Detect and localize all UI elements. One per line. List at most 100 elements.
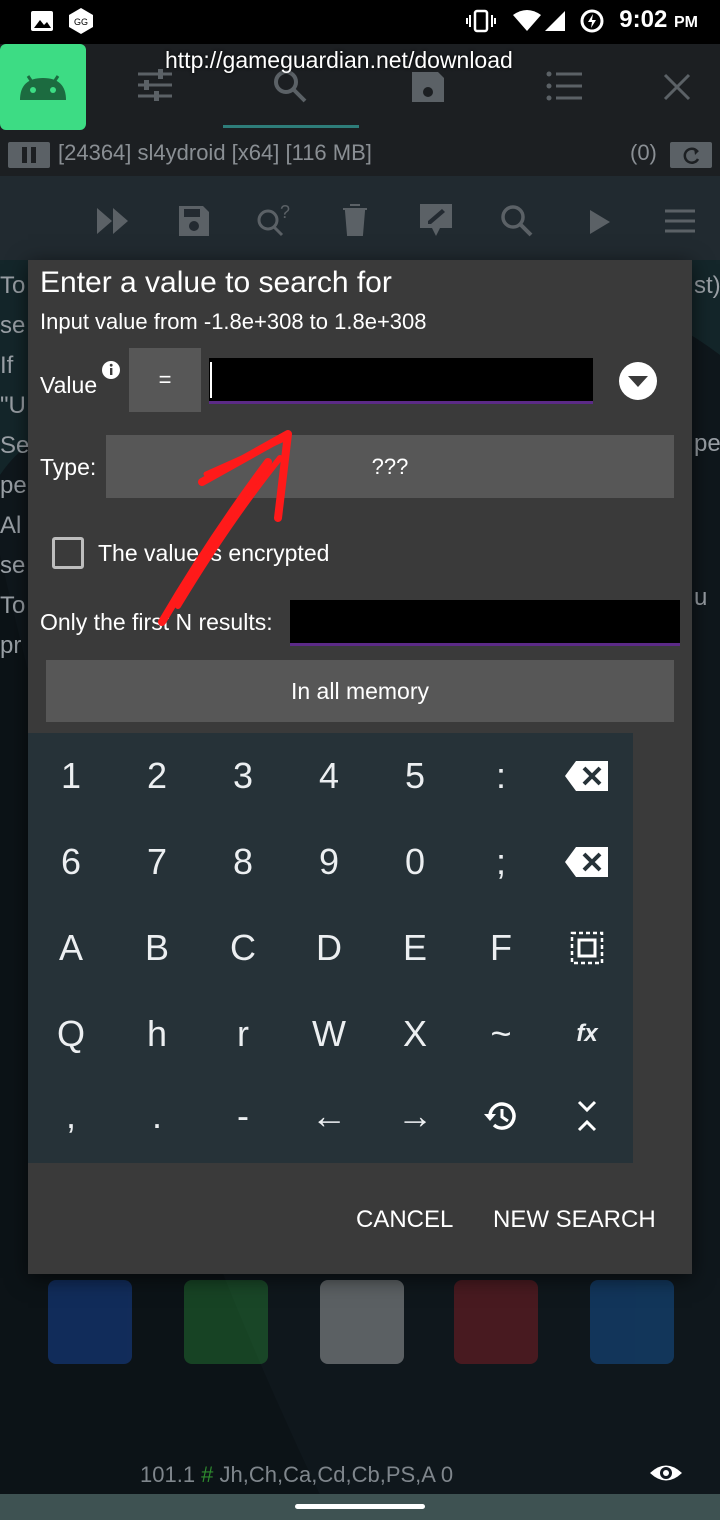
value-label: Value xyxy=(40,372,98,398)
comparison-operator-button[interactable]: = xyxy=(129,348,201,412)
history-icon[interactable] xyxy=(458,1073,544,1159)
text-cursor xyxy=(210,362,212,398)
key-32[interactable]: → xyxy=(372,1073,458,1159)
background-text-line: To xyxy=(0,272,26,299)
backspace-icon[interactable] xyxy=(544,733,630,819)
dropdown-chevron-icon[interactable] xyxy=(618,361,658,401)
wifi-icon xyxy=(513,10,541,31)
eye-icon[interactable] xyxy=(648,1460,684,1486)
key-15[interactable]: B xyxy=(114,905,200,991)
first-n-label: Only the first N results: xyxy=(40,609,273,635)
key-30[interactable]: - xyxy=(200,1073,286,1159)
key-31[interactable]: ← xyxy=(286,1073,372,1159)
key-7[interactable]: 6 xyxy=(28,819,114,905)
select-all-icon[interactable] xyxy=(544,905,630,991)
footer-status: 101.1 # Jh,Ch,Ca,Cd,Cb,PS,A 0 xyxy=(140,1462,454,1487)
process-info: [24364] sl4ydroid [x64] [116 MB] xyxy=(58,140,372,165)
clock: 9:02 PM xyxy=(619,6,698,33)
list-tab-icon[interactable] xyxy=(546,70,584,102)
key-10[interactable]: 9 xyxy=(286,819,372,905)
background-text-line: "U xyxy=(0,392,26,419)
collapse-keyboard-icon[interactable] xyxy=(544,1073,630,1159)
key-4[interactable]: 5 xyxy=(372,733,458,819)
key-0[interactable]: 1 xyxy=(28,733,114,819)
fast-forward-icon[interactable] xyxy=(96,206,130,236)
battery-saver-icon xyxy=(580,9,604,33)
key-26[interactable]: ~ xyxy=(458,991,544,1077)
value-input[interactable] xyxy=(209,358,593,404)
type-label: Type: xyxy=(40,454,97,480)
svg-text:?: ? xyxy=(280,202,290,222)
key-16[interactable]: C xyxy=(200,905,286,991)
gameguardian-notification-icon: GG xyxy=(69,8,93,34)
status-bar xyxy=(0,0,720,44)
dialog-title: Enter a value to search for xyxy=(40,266,392,299)
dialog-subtitle: Input value from -1.8e+308 to 1.8e+308 xyxy=(40,309,427,334)
background-text-line: Se xyxy=(0,432,30,459)
key-5[interactable]: : xyxy=(458,733,544,819)
key-8[interactable]: 7 xyxy=(114,819,200,905)
background-text-line-right: st) xyxy=(694,272,720,299)
search-help-icon[interactable]: ? xyxy=(254,200,294,240)
key-19[interactable]: F xyxy=(458,905,544,991)
messages-app-icon xyxy=(184,1280,268,1364)
key-29[interactable]: . xyxy=(114,1073,200,1159)
key-1[interactable]: 2 xyxy=(114,733,200,819)
key-2[interactable]: 3 xyxy=(200,733,286,819)
key-22[interactable]: h xyxy=(114,991,200,1077)
custom-keyboard: 1 2 3 4 5: 6 7 8 9 0; A B C D E F Qh r W X ~,. - ← → fx xyxy=(28,733,633,1163)
play-icon[interactable] xyxy=(588,208,612,236)
android-app-icon[interactable] xyxy=(0,44,86,130)
camera-app-icon xyxy=(590,1280,674,1364)
download-url: http://gameguardian.net/download xyxy=(165,47,513,73)
key-3[interactable]: 4 xyxy=(286,733,372,819)
refresh-icon[interactable] xyxy=(670,142,712,168)
new-search-button[interactable]: NEW SEARCH xyxy=(493,1206,656,1234)
background-text-line: Al xyxy=(0,512,22,539)
edit-icon[interactable] xyxy=(418,202,454,238)
key-14[interactable]: A xyxy=(28,905,114,991)
cancel-button[interactable]: CANCEL xyxy=(356,1206,453,1234)
key-11[interactable]: 0 xyxy=(372,819,458,905)
key-24[interactable]: W xyxy=(286,991,372,1077)
background-text-line: To xyxy=(0,592,26,619)
background-text-line: pr xyxy=(0,632,22,659)
formula-key[interactable]: fx xyxy=(544,991,630,1077)
encrypted-checkbox[interactable] xyxy=(52,537,84,569)
key-28[interactable]: , xyxy=(28,1073,114,1159)
key-21[interactable]: Q xyxy=(28,991,114,1077)
type-selector[interactable]: ??? xyxy=(106,435,674,498)
active-tab-indicator xyxy=(223,125,359,128)
menu-icon[interactable] xyxy=(664,208,696,234)
memory-range-button[interactable]: In all memory xyxy=(46,660,674,722)
background-text-line-right: u xyxy=(694,584,708,611)
info-icon[interactable] xyxy=(101,360,121,380)
key-17[interactable]: D xyxy=(286,905,372,991)
vibrate-icon xyxy=(466,9,496,33)
pause-icon[interactable] xyxy=(8,142,50,168)
signal-icon xyxy=(545,11,565,31)
key-25[interactable]: X xyxy=(372,991,458,1077)
home-gesture-handle[interactable] xyxy=(295,1504,425,1509)
save-tab-icon[interactable] xyxy=(410,70,446,104)
background-text-line: If xyxy=(0,352,14,379)
search-icon[interactable] xyxy=(500,204,534,238)
key-18[interactable]: E xyxy=(372,905,458,991)
svg-text:GG: GG xyxy=(74,17,88,27)
encrypted-label[interactable]: The value is encrypted xyxy=(98,540,329,567)
delete-icon[interactable] xyxy=(342,203,368,237)
clear-icon[interactable] xyxy=(544,819,630,905)
key-9[interactable]: 8 xyxy=(200,819,286,905)
close-icon[interactable] xyxy=(662,72,692,102)
game-app-icon xyxy=(454,1280,538,1364)
key-23[interactable]: r xyxy=(200,991,286,1077)
duo-app-icon xyxy=(320,1280,404,1364)
home-dock xyxy=(0,1280,720,1370)
image-notification-icon xyxy=(31,11,53,31)
background-text-line: se xyxy=(0,552,26,579)
phone-app-icon xyxy=(48,1280,132,1364)
key-12[interactable]: ; xyxy=(458,819,544,905)
save-icon[interactable] xyxy=(177,204,211,238)
background-text-line-right: pe xyxy=(694,430,720,457)
first-n-input[interactable] xyxy=(290,600,680,646)
